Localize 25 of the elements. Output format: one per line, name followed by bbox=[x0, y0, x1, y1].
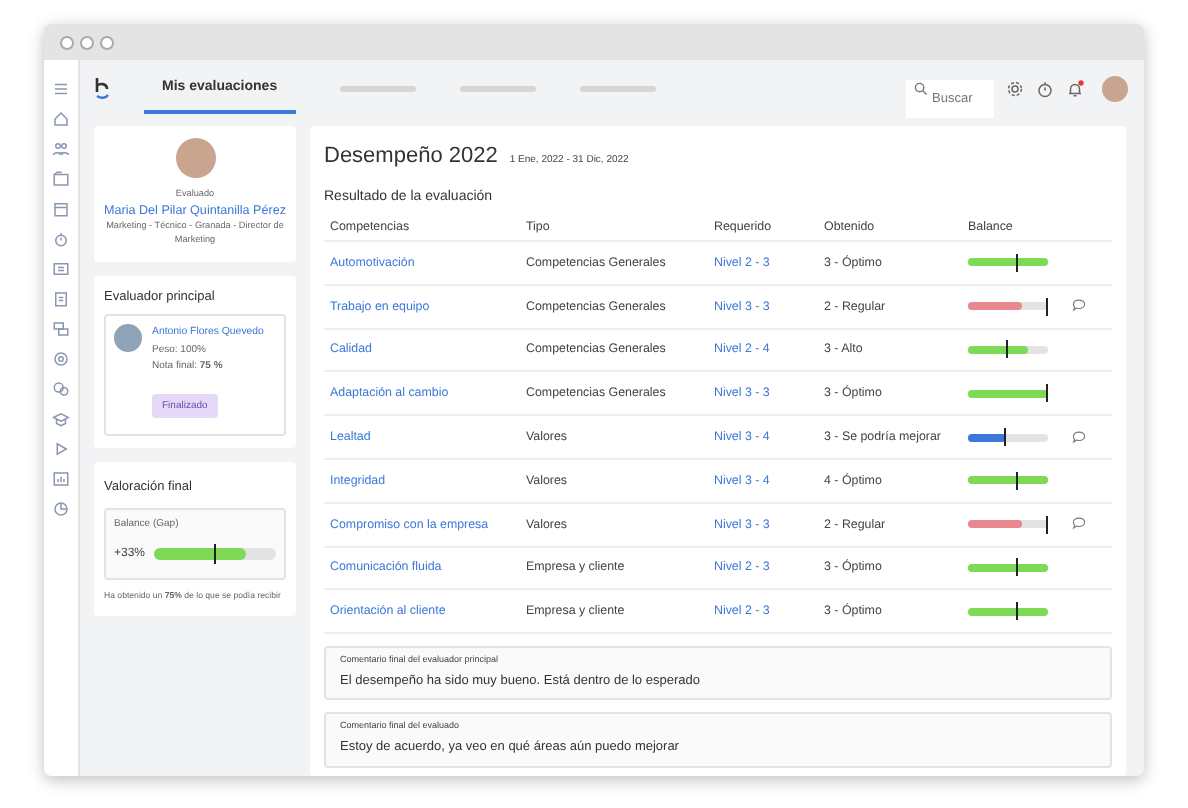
avatar bbox=[175, 138, 215, 178]
bell-icon[interactable] bbox=[1066, 79, 1084, 97]
avatar bbox=[114, 324, 142, 353]
settings-icon[interactable] bbox=[1006, 79, 1024, 97]
people-icon[interactable] bbox=[52, 140, 70, 158]
comment-icon[interactable] bbox=[1072, 516, 1086, 531]
id-card-icon[interactable] bbox=[52, 260, 70, 278]
home-icon[interactable] bbox=[52, 110, 70, 128]
chart-icon[interactable] bbox=[52, 470, 70, 488]
stopwatch-icon[interactable] bbox=[1036, 79, 1054, 97]
menu-icon[interactable] bbox=[52, 80, 70, 98]
pie-chart-icon[interactable] bbox=[52, 500, 70, 518]
chat-bubbles-icon[interactable] bbox=[52, 380, 70, 398]
comment-icon[interactable] bbox=[1072, 429, 1086, 444]
page-title: Desempeño 2022 bbox=[324, 142, 498, 172]
play-icon[interactable] bbox=[52, 440, 70, 458]
graduation-cap-icon[interactable] bbox=[52, 410, 70, 428]
stopwatch-icon[interactable] bbox=[52, 230, 70, 248]
target-icon[interactable] bbox=[52, 350, 70, 368]
avatar[interactable] bbox=[1102, 75, 1128, 101]
logo-icon[interactable] bbox=[94, 76, 112, 100]
folder-icon[interactable] bbox=[52, 170, 70, 188]
calendar-icon[interactable] bbox=[52, 200, 70, 218]
comment-icon[interactable] bbox=[1072, 298, 1086, 313]
clipboard-icon[interactable] bbox=[52, 290, 70, 308]
